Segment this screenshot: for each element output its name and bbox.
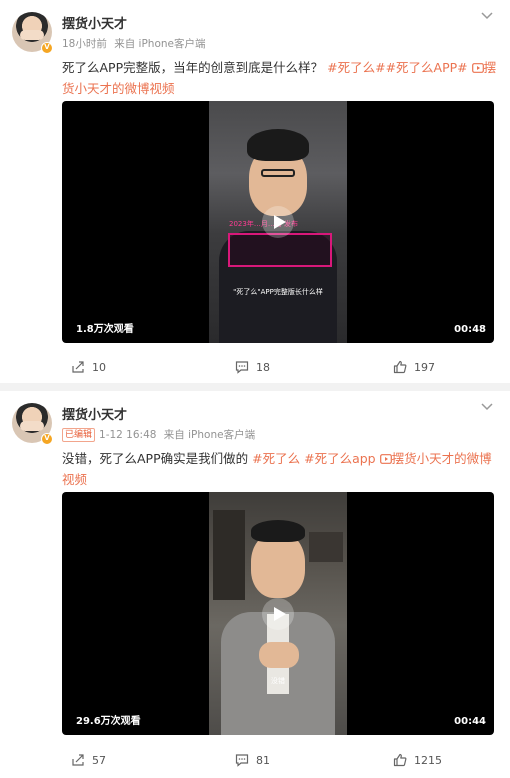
comment-count: 81 [256,753,270,767]
video-link-icon [471,63,484,73]
hashtag-link[interactable]: #死了么# [327,60,385,75]
post-source: 来自 iPhone客户端 [163,429,256,441]
post-text-body: 死了么APP完整版，当年的创意到底是什么样？ [62,60,324,75]
comment-button[interactable]: 81 [235,750,270,770]
comment-icon [235,361,249,374]
hashtag-link[interactable]: #死了么 [252,451,300,466]
video-duration: 00:44 [454,716,486,727]
author-name[interactable]: 摆货小天才 [62,13,127,32]
post-card: V 摆货小天才 已编辑 1-12 16:48 来自 iPhone客户端 没错，死了… [0,391,510,778]
play-icon[interactable] [261,205,295,239]
post-meta: 已编辑 1-12 16:48 来自 iPhone客户端 [62,427,259,442]
post-time[interactable]: 18小时前 [62,38,107,50]
post-actions: 57 81 1215 [0,750,510,770]
video-duration: 00:48 [454,324,486,335]
view-count: 1.8万次观看 [76,324,134,335]
like-button[interactable]: 197 [393,357,435,377]
post-meta: 18小时前 来自 iPhone客户端 [62,36,210,51]
verified-badge-icon: V [41,433,53,445]
video-link-icon [379,454,392,464]
like-count: 1215 [414,753,442,767]
like-button[interactable]: 1215 [393,750,442,770]
post-actions: 10 18 197 [0,357,510,377]
thumbs-up-icon [393,360,407,374]
comment-count: 18 [256,360,270,374]
verified-badge-icon: V [41,42,53,54]
video-caption: "死了么"APP完整版长什么样 [233,288,323,296]
chevron-down-icon[interactable] [480,10,494,22]
like-count: 197 [414,360,435,374]
share-button[interactable]: 57 [71,750,106,770]
video-caption: 没错 [271,677,285,685]
post-time[interactable]: 1-12 16:48 [99,429,156,441]
author-name[interactable]: 摆货小天才 [62,404,127,423]
share-icon [72,361,84,373]
weibo-feed: V 摆货小天才 18小时前 来自 iPhone客户端 死了么APP完整版，当年的… [0,0,510,778]
post-text-body: 没错，死了么APP确实是我们做的 [62,451,249,466]
share-count: 10 [92,360,106,374]
share-button[interactable]: 10 [71,357,106,377]
share-icon [72,754,84,766]
post-card: V 摆货小天才 18小时前 来自 iPhone客户端 死了么APP完整版，当年的… [0,0,510,383]
hashtag-link[interactable]: #死了么APP# [386,60,468,75]
edited-badge: 已编辑 [62,428,96,442]
chevron-down-icon[interactable] [480,401,494,413]
post-text: 死了么APP完整版，当年的创意到底是什么样？ #死了么##死了么APP# 摆货小… [62,57,498,99]
post-source: 来自 iPhone客户端 [114,38,206,50]
video-player[interactable]: 没错 29.6万次观看 00:44 [62,492,494,735]
video-player[interactable]: 2023年…月…日 发布 "死了么"APP完整版长什么样 1.8万次观看 00:… [62,101,494,343]
comment-button[interactable]: 18 [235,357,270,377]
comment-icon [235,754,249,767]
thumbs-up-icon [393,753,407,767]
hashtag-link[interactable]: #死了么app [304,451,376,466]
view-count: 29.6万次观看 [76,716,141,727]
share-count: 57 [92,753,106,767]
play-icon[interactable] [261,597,295,631]
post-text: 没错，死了么APP确实是我们做的 #死了么 #死了么app 摆货小天才的微博视频 [62,448,498,490]
